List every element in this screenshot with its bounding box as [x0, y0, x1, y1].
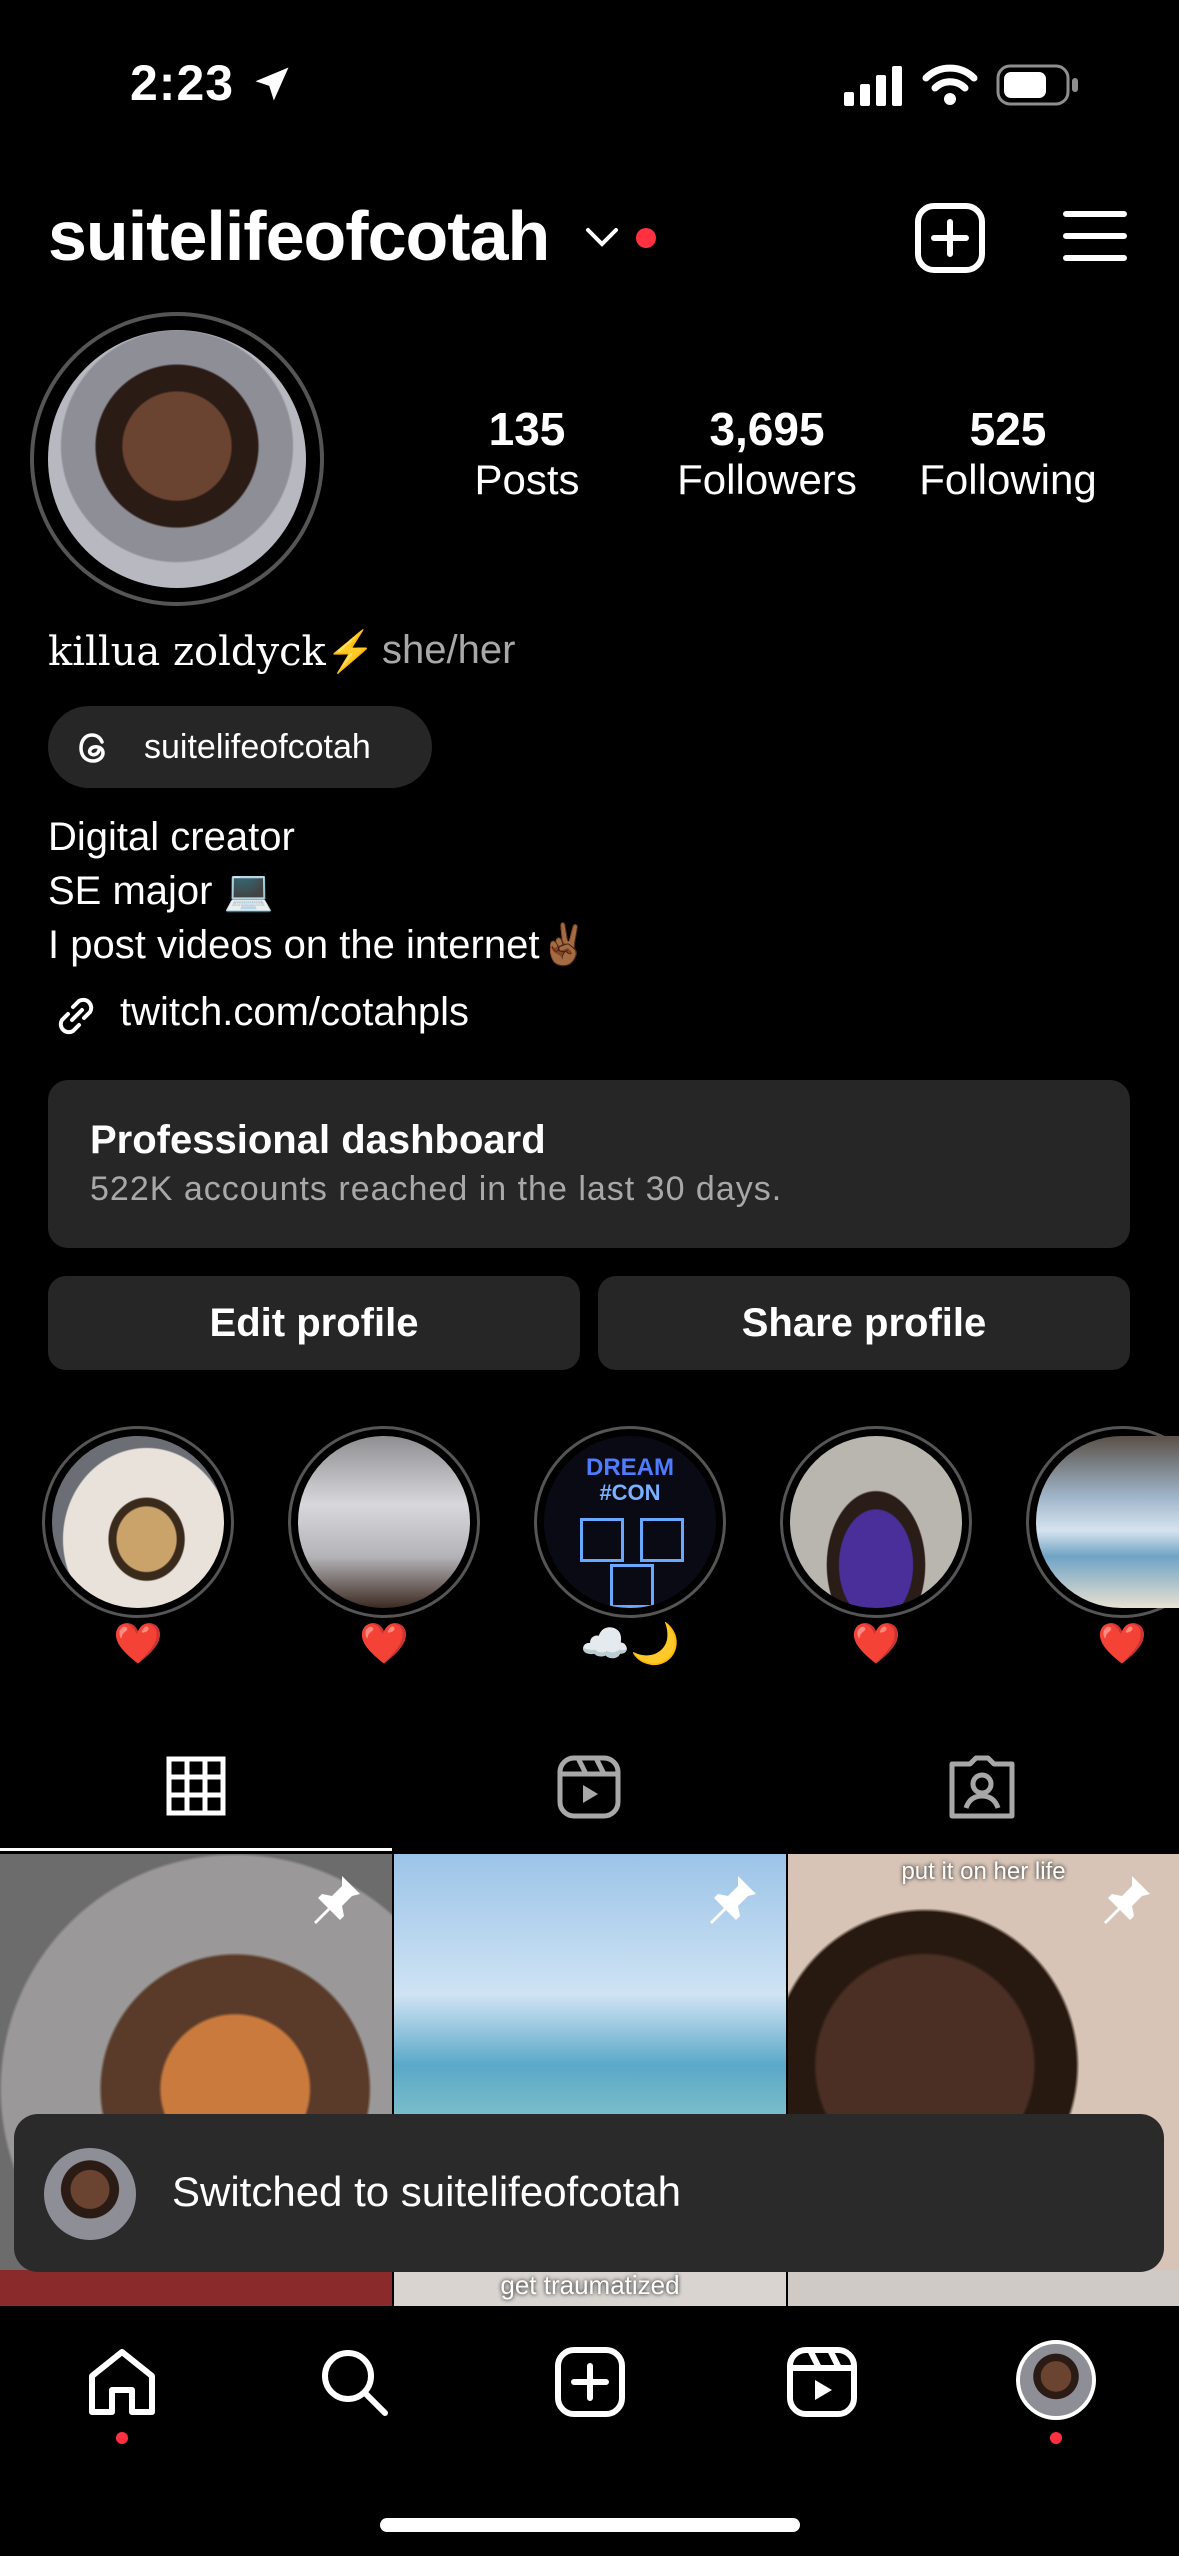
tagged-tab-icon[interactable] — [948, 1752, 1016, 1820]
bio-line-3: I post videos on the internet✌🏾 — [48, 923, 590, 967]
pinned-icon — [1104, 1876, 1150, 1924]
profile-activity-dot — [1050, 2432, 1062, 2444]
edit-profile-button[interactable]: Edit profile — [48, 1276, 580, 1370]
professional-dashboard-card[interactable] — [48, 1080, 1130, 1248]
post-5-overlay-text: get traumatized — [500, 2270, 680, 2300]
create-post-icon[interactable] — [914, 202, 986, 274]
account-username[interactable]: suitelifeofcotah — [48, 196, 550, 276]
reels-tab-icon[interactable] — [556, 1754, 622, 1820]
highlight-5-caption: ❤️ — [1097, 1622, 1147, 1666]
grid-tab-icon[interactable] — [166, 1756, 226, 1816]
share-profile-button[interactable]: Share profile — [598, 1276, 1130, 1370]
threads-handle: suitelifeofcotah — [144, 728, 371, 766]
search-icon[interactable] — [318, 2346, 390, 2418]
highlight-3-square-2 — [640, 1518, 684, 1562]
status-time: 2:23 — [130, 55, 235, 111]
display-name: killua zoldyck⚡️ — [48, 629, 376, 675]
stat-followers[interactable]: 3,695 Followers — [660, 402, 874, 504]
following-count: 525 — [969, 403, 1047, 455]
highlight-1-caption: ❤️ — [113, 1622, 163, 1666]
highlight-3-cover-title: DREAM — [586, 1454, 674, 1481]
menu-icon[interactable] — [1062, 208, 1128, 264]
location-arrow-icon — [255, 67, 289, 101]
highlight-2-caption: ❤️ — [359, 1622, 409, 1666]
cellular-signal-icon — [844, 66, 902, 106]
highlight-4-caption: ❤️ — [851, 1622, 901, 1666]
home-icon[interactable] — [86, 2346, 158, 2418]
home-indicator — [380, 2518, 800, 2532]
toast-avatar — [44, 2148, 136, 2240]
followers-count: 3,695 — [709, 403, 825, 455]
highlight-3-square-3 — [610, 1564, 654, 1608]
stat-following[interactable]: 525 Following — [906, 402, 1110, 504]
threads-icon — [79, 733, 105, 763]
link-icon — [58, 997, 94, 1035]
highlight-3-cover: DREAM #CON — [544, 1436, 716, 1608]
notification-dot — [636, 228, 656, 248]
followers-label: Followers — [677, 456, 857, 503]
toast-text: Switched to suitelifeofcotah — [172, 2168, 681, 2215]
pinned-icon — [710, 1876, 756, 1924]
posts-count: 135 — [488, 403, 566, 455]
highlight-4-cover — [790, 1436, 962, 1608]
reels-icon[interactable] — [786, 2346, 858, 2418]
stat-posts[interactable]: 135 Posts — [432, 402, 622, 504]
home-activity-dot — [116, 2432, 128, 2444]
highlight-1-cover — [52, 1436, 224, 1608]
following-label: Following — [919, 456, 1097, 503]
active-tab-indicator — [0, 1848, 392, 1851]
profile-avatar[interactable] — [48, 330, 306, 588]
highlight-3-square-1 — [580, 1518, 624, 1562]
profile-tab-avatar[interactable] — [1016, 2340, 1096, 2420]
wifi-icon — [922, 64, 978, 105]
highlight-3-caption: ☁️🌙 — [580, 1622, 680, 1666]
dashboard-title: Professional dashboard — [90, 1118, 546, 1162]
profile-link[interactable]: twitch.com/cotahpls — [120, 990, 469, 1035]
highlight-2-cover — [298, 1436, 470, 1608]
chevron-down-icon[interactable] — [584, 224, 620, 250]
bio-line-2: SE major 💻 — [48, 869, 274, 913]
bio-line-1: Digital creator — [48, 815, 295, 859]
battery-icon — [996, 64, 1078, 106]
new-post-icon[interactable] — [554, 2346, 626, 2418]
pronouns: she/her — [382, 628, 516, 672]
highlight-3-cover-subtitle: #CON — [599, 1480, 661, 1505]
posts-label: Posts — [474, 456, 580, 503]
dashboard-subtitle: 522K accounts reached in the last 30 day… — [90, 1170, 783, 1208]
pinned-icon — [314, 1876, 360, 1924]
